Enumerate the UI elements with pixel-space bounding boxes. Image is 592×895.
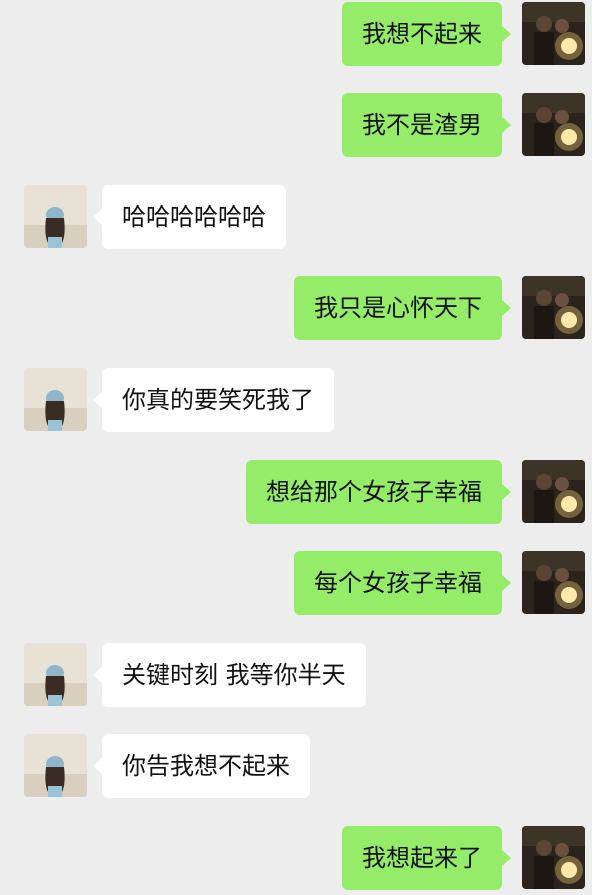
message-bubble[interactable]: 哈哈哈哈哈哈	[93, 185, 286, 249]
contact-avatar[interactable]	[24, 734, 87, 797]
message-row: 想给那个女孩子幸福	[0, 460, 592, 524]
message-row: 我不是渣男	[0, 93, 592, 157]
self-avatar[interactable]	[522, 826, 585, 889]
message-row: 我只是心怀天下	[0, 276, 592, 340]
contact-avatar[interactable]	[24, 643, 87, 706]
self-avatar[interactable]	[522, 93, 585, 156]
message-row: 你真的要笑死我了	[0, 368, 592, 432]
contact-avatar[interactable]	[24, 368, 87, 431]
chat-message-list[interactable]: 我想不起来 我不是渣男 哈哈哈哈哈哈 我只是心怀天下 你真的要笑死我了 想给那个…	[0, 0, 592, 895]
message-bubble[interactable]: 关键时刻 我等你半天	[93, 643, 366, 707]
message-row: 关键时刻 我等你半天	[0, 643, 592, 707]
self-avatar[interactable]	[522, 276, 585, 339]
message-bubble[interactable]: 你告我想不起来	[93, 734, 310, 798]
message-bubble[interactable]: 我只是心怀天下	[294, 276, 511, 340]
message-bubble[interactable]: 你真的要笑死我了	[93, 368, 334, 432]
self-avatar[interactable]	[522, 460, 585, 523]
message-row: 你告我想不起来	[0, 734, 592, 798]
message-bubble[interactable]: 我想起来了	[342, 826, 511, 890]
message-row: 每个女孩子幸福	[0, 551, 592, 615]
message-bubble[interactable]: 我不是渣男	[342, 93, 511, 157]
message-row: 我想起来了	[0, 826, 592, 890]
message-bubble[interactable]: 我想不起来	[342, 2, 511, 66]
contact-avatar[interactable]	[24, 185, 87, 248]
message-row: 哈哈哈哈哈哈	[0, 185, 592, 249]
message-row: 我想不起来	[0, 2, 592, 66]
message-bubble[interactable]: 每个女孩子幸福	[294, 551, 511, 615]
message-bubble[interactable]: 想给那个女孩子幸福	[246, 460, 511, 524]
self-avatar[interactable]	[522, 2, 585, 65]
self-avatar[interactable]	[522, 551, 585, 614]
